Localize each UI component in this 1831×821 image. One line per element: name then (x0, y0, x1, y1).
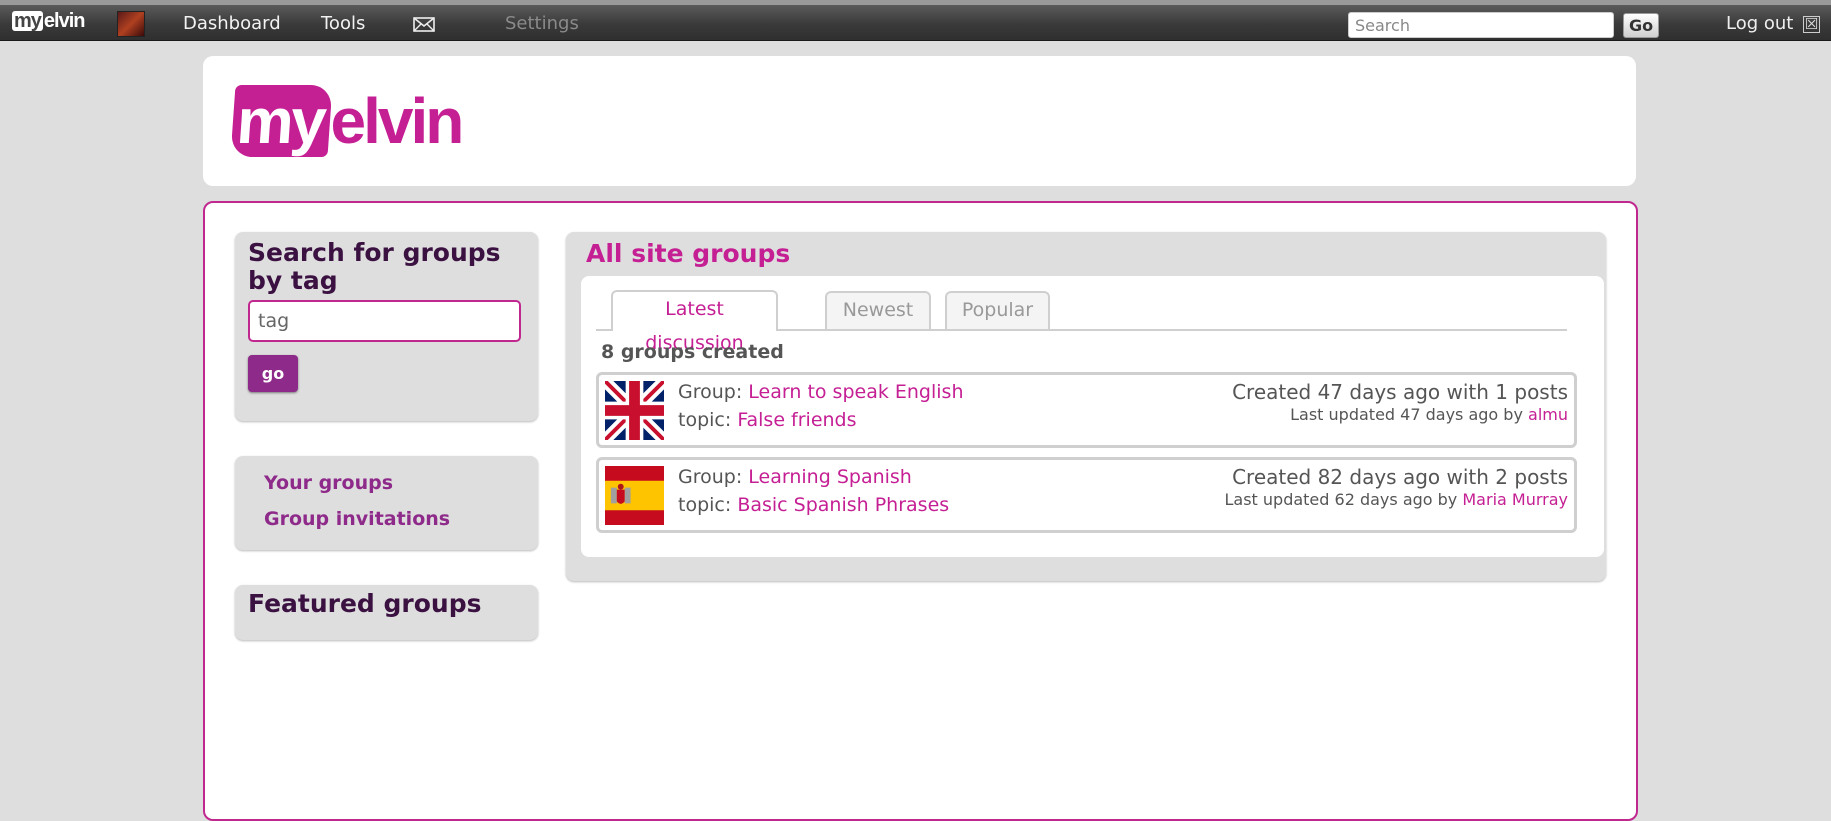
tab-latest-discussion[interactable]: Latest discussion (611, 290, 778, 354)
topic-link[interactable]: False friends (737, 409, 856, 431)
group-name-link[interactable]: Learn to speak English (748, 381, 963, 403)
nav-dashboard[interactable]: Dashboard (183, 12, 281, 36)
logout-link[interactable]: Log out (1726, 12, 1793, 36)
all-site-groups-title: All site groups (586, 239, 791, 268)
group-name-line: Group: Learning Spanish (678, 464, 912, 490)
main-content-panel: Search for groups by tag go Your groups … (203, 201, 1638, 821)
group-card[interactable]: Group: Learn to speak English topic: Fal… (596, 372, 1577, 448)
topic-link[interactable]: Basic Spanish Phrases (737, 494, 949, 516)
mail-icon[interactable] (413, 17, 435, 32)
updated-label: Last updated 62 days ago by (1224, 490, 1458, 509)
updated-label: Last updated 47 days ago by (1290, 405, 1523, 424)
featured-groups-title: Featured groups (248, 589, 482, 618)
all-site-groups-box: All site groups Latest discussion Newest… (566, 232, 1606, 581)
tag-search-go-button[interactable]: go (248, 355, 298, 392)
group-label: Group: (678, 381, 743, 403)
updated-by-link[interactable]: Maria Murray (1462, 490, 1568, 509)
group-name-link[interactable]: Learning Spanish (748, 466, 912, 488)
search-input[interactable] (1348, 12, 1614, 38)
group-updated-info: Last updated 62 days ago by Maria Murray (1224, 489, 1568, 511)
group-created-info: Created 82 days ago with 2 posts (1232, 465, 1568, 489)
featured-groups-box: Featured groups (235, 585, 538, 640)
header-panel: myelvin (203, 56, 1636, 186)
group-label: Group: (678, 466, 743, 488)
tab-newest[interactable]: Newest (825, 291, 931, 329)
logo-my: my (12, 10, 43, 32)
groups-count: 8 groups created (601, 341, 784, 363)
updated-by-link[interactable]: almu (1528, 405, 1568, 424)
site-logo[interactable]: my elvin (12, 9, 86, 33)
brand-logo-rest: elvin (330, 85, 465, 157)
uk-flag-icon (605, 381, 664, 440)
group-links-box: Your groups Group invitations (235, 456, 538, 550)
topic-label: topic: (678, 409, 732, 431)
topic-label: topic: (678, 494, 732, 516)
group-created-info: Created 47 days ago with 1 posts (1232, 380, 1568, 404)
brand-logo-my: my (230, 85, 333, 157)
topic-line: topic: Basic Spanish Phrases (678, 492, 949, 518)
spain-flag-icon (605, 466, 664, 525)
topic-line: topic: False friends (678, 407, 857, 433)
group-name-line: Group: Learn to speak English (678, 379, 964, 405)
user-avatar[interactable] (117, 11, 145, 37)
group-invitations-link[interactable]: Group invitations (264, 507, 450, 531)
tag-search-title: Search for groups by tag (248, 238, 501, 295)
nav-tools[interactable]: Tools (321, 12, 365, 36)
tag-search-box: Search for groups by tag go (235, 232, 538, 421)
group-updated-info: Last updated 47 days ago by almu (1290, 404, 1568, 426)
brand-logo[interactable]: myelvin (230, 81, 465, 161)
nav-settings: Settings (505, 13, 579, 34)
groups-inner-panel: Latest discussion Newest Popular 8 group… (581, 276, 1604, 557)
top-navigation-bar: myelvin Dashboard Tools Settings Go Log … (0, 0, 1831, 41)
group-card[interactable]: Group: Learning Spanish topic: Basic Spa… (596, 457, 1577, 533)
search-go-button[interactable]: Go (1623, 13, 1659, 38)
tag-search-input[interactable] (248, 300, 521, 342)
logout-icon[interactable]: ☒ (1803, 16, 1820, 33)
tab-popular[interactable]: Popular (945, 291, 1050, 329)
logo-rest: elvin (43, 10, 86, 32)
your-groups-link[interactable]: Your groups (264, 471, 393, 495)
